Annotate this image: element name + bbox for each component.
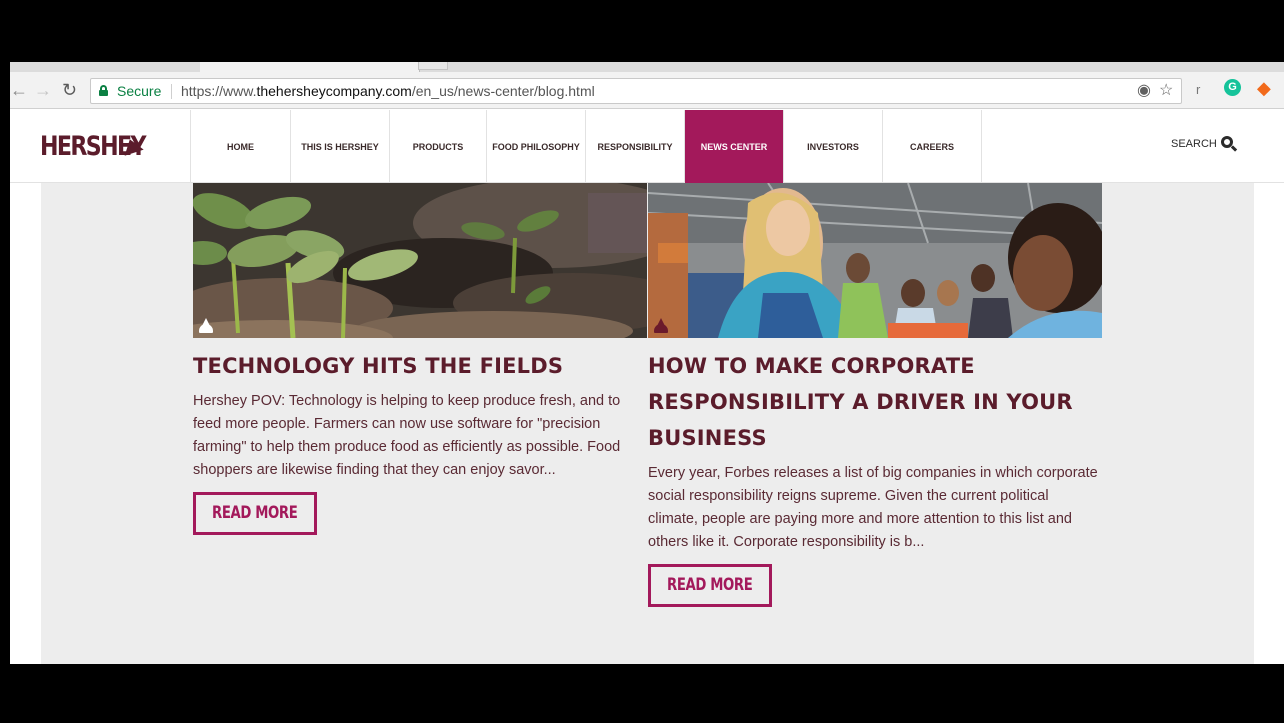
nav-careers[interactable]: CAREERS: [883, 110, 982, 183]
address-bar[interactable]: Secure https://www.thehersheycompany.com…: [90, 78, 1182, 104]
video-frame: ← → ↻ Secure https://www.thehersheycompa…: [0, 0, 1284, 723]
site-header: HERSHEY HOME THIS IS HERSHEY PRODUCTS FO…: [10, 110, 1284, 183]
tab-strip: [10, 62, 1284, 72]
url-prefix: https://www.: [181, 83, 257, 99]
forward-icon[interactable]: →: [34, 80, 52, 100]
search-label: SEARCH: [1171, 138, 1217, 150]
article-card: TECHNOLOGY HITS THE FIELDS Hershey POV: …: [193, 183, 647, 535]
article-card: HOW TO MAKE CORPORATE RESPONSIBILITY A D…: [648, 183, 1102, 607]
browser-tab[interactable]: [200, 62, 420, 72]
nav-responsibility[interactable]: RESPONSIBILITY: [586, 110, 685, 183]
location-icon[interactable]: ◉: [1137, 81, 1151, 101]
read-more-label: READ MORE: [212, 503, 298, 523]
bookmark-star-icon[interactable]: ☆: [1159, 81, 1173, 101]
seedlings-photo[interactable]: [193, 183, 647, 338]
volunteers-photo[interactable]: [648, 183, 1102, 338]
read-more-button[interactable]: READ MORE: [648, 564, 772, 607]
kiss-tip: [202, 318, 210, 326]
nav-news-center[interactable]: NEWS CENTER: [685, 110, 784, 183]
search-icon: [1220, 136, 1238, 152]
article-title[interactable]: TECHNOLOGY HITS THE FIELDS: [193, 348, 647, 384]
grammarly-extension-icon[interactable]: G: [1224, 79, 1241, 96]
main-nav: HOME THIS IS HERSHEY PRODUCTS FOOD PHILO…: [190, 110, 982, 183]
article-excerpt: Every year, Forbes releases a list of bi…: [648, 465, 1098, 550]
browser-screen: ← → ↻ Secure https://www.thehersheycompa…: [10, 62, 1284, 664]
separator: [171, 84, 172, 99]
article-excerpt: Hershey POV: Technology is helping to ke…: [193, 393, 621, 478]
reload-icon[interactable]: ↻: [62, 80, 77, 100]
nav-investors[interactable]: INVESTORS: [784, 110, 883, 183]
blog-content: TECHNOLOGY HITS THE FIELDS Hershey POV: …: [41, 183, 1254, 664]
lock-icon: [99, 85, 108, 96]
read-more-label: READ MORE: [667, 575, 753, 595]
read-more-button[interactable]: READ MORE: [193, 492, 317, 535]
article-title[interactable]: HOW TO MAKE CORPORATE RESPONSIBILITY A D…: [648, 348, 1102, 456]
browser-toolbar: ← → ↻ Secure https://www.thehersheycompa…: [10, 72, 1284, 109]
new-tab-button[interactable]: [418, 62, 448, 70]
url-domain: thehersheycompany.com: [256, 83, 412, 99]
extension-icon[interactable]: ◆: [1257, 78, 1271, 98]
kiss-tip: [657, 318, 665, 326]
back-icon[interactable]: ←: [10, 80, 28, 100]
nav-food-philosophy[interactable]: FOOD PHILOSOPHY: [487, 110, 586, 183]
url-text[interactable]: https://www.thehersheycompany.com/en_us/…: [181, 83, 595, 99]
nav-home[interactable]: HOME: [191, 110, 291, 183]
search-button[interactable]: SEARCH: [1171, 136, 1238, 152]
url-path: /en_us/news-center/blog.html: [411, 83, 595, 99]
profile-initial[interactable]: r: [1196, 80, 1200, 100]
nav-products[interactable]: PRODUCTS: [390, 110, 487, 183]
nav-this-is-hershey[interactable]: THIS IS HERSHEY: [291, 110, 390, 183]
secure-label: Secure: [117, 83, 162, 99]
